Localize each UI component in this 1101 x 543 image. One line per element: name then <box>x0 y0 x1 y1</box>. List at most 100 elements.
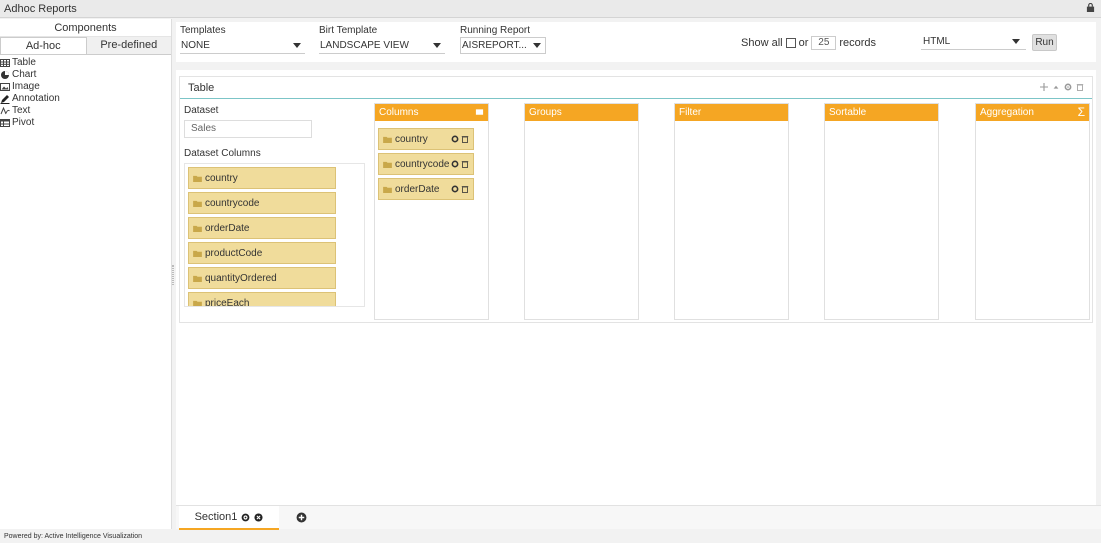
running-report-field: Running Report AISREPORT... <box>460 25 546 54</box>
title-bar: Adhoc Reports <box>0 0 1101 18</box>
move-icon[interactable] <box>1040 83 1048 91</box>
dataset-column-label: orderDate <box>205 222 250 234</box>
filter-drop-zone[interactable]: Filter <box>674 103 789 320</box>
dataset-label: Dataset <box>184 105 219 116</box>
app-title: Adhoc Reports <box>4 3 77 15</box>
sortable-drop-zone[interactable]: Sortable <box>824 103 939 320</box>
birt-template-select[interactable]: LANDSCAPE VIEW <box>319 37 445 54</box>
dataset-column-label: priceEach <box>205 297 250 307</box>
dataset-column-item[interactable]: quantityOrdered <box>188 267 336 289</box>
templates-label: Templates <box>180 25 226 36</box>
dataset-columns-list: country countrycode orderDate productCod… <box>184 163 365 307</box>
column-actions <box>451 185 469 193</box>
add-section-icon[interactable] <box>296 512 307 523</box>
records-count-input[interactable]: 25 <box>811 36 837 50</box>
comment-icon[interactable] <box>475 108 484 117</box>
table-component-title: Table <box>180 77 1092 99</box>
tab-ad-hoc[interactable]: Ad-hoc <box>0 37 87 54</box>
templates-select[interactable]: NONE <box>180 37 305 54</box>
component-label: Table <box>12 57 36 68</box>
component-label: Text <box>12 105 31 116</box>
lock-icon[interactable] <box>1086 3 1095 12</box>
selected-column-item[interactable]: orderDate <box>378 178 474 200</box>
powered-by-footer: Powered by: Active Intelligence Visualiz… <box>4 533 143 540</box>
birt-template-label: Birt Template <box>319 25 378 36</box>
groups-drop-zone-header: Groups <box>525 104 638 121</box>
report-toolbar: Templates NONE Birt Template LANDSCAPE V… <box>176 22 1096 62</box>
columns-drop-zone[interactable]: Columns country countrycode orderDate <box>374 103 489 320</box>
running-report-select[interactable]: AISREPORT... <box>460 37 546 54</box>
dataset-columns-label: Dataset Columns <box>184 148 261 159</box>
folder-icon <box>383 186 392 193</box>
selected-column-label: countrycode <box>395 158 450 170</box>
gear-icon[interactable] <box>451 185 459 193</box>
records-label: records <box>839 37 877 49</box>
show-all-checkbox[interactable] <box>785 38 796 48</box>
pencil-icon <box>0 95 10 104</box>
tab-pre-defined[interactable]: Pre-defined <box>86 37 171 54</box>
dataset-input[interactable]: Sales <box>184 120 312 138</box>
components-list: Table Chart Image Annotation Text Pivot <box>0 55 171 129</box>
table-icon <box>0 59 10 67</box>
component-item-table[interactable]: Table <box>0 57 171 69</box>
aggregation-drop-zone-header: Aggregation Σ <box>976 104 1089 121</box>
component-item-chart[interactable]: Chart <box>0 69 171 81</box>
drop-zone-label: Columns <box>379 107 419 118</box>
section-bar: Section1 <box>176 505 1101 530</box>
close-icon[interactable] <box>254 512 263 522</box>
collapse-icon[interactable] <box>1052 83 1060 91</box>
chevron-down-icon <box>1012 38 1020 44</box>
output-format-select[interactable]: HTML <box>921 33 1026 50</box>
dataset-column-item[interactable]: orderDate <box>188 217 336 239</box>
section-tab[interactable]: Section1 <box>179 506 279 530</box>
columns-drop-zone-header: Columns <box>375 104 488 121</box>
sigma-icon[interactable]: Σ <box>1078 104 1085 121</box>
folder-icon <box>193 300 202 306</box>
dataset-column-item[interactable]: country <box>188 167 336 189</box>
chevron-down-icon <box>533 43 541 48</box>
show-all-control: Show all or 25 records <box>741 36 876 50</box>
component-label: Image <box>12 81 40 92</box>
component-label: Chart <box>12 69 37 80</box>
dataset-column-item[interactable]: countrycode <box>188 192 336 214</box>
running-report-label: Running Report <box>460 25 531 36</box>
component-label: Pivot <box>12 117 35 128</box>
component-item-image[interactable]: Image <box>0 81 171 93</box>
component-item-text[interactable]: Text <box>0 105 171 117</box>
text-icon <box>0 106 10 115</box>
folder-icon <box>383 161 392 168</box>
templates-field: Templates NONE <box>180 25 305 54</box>
section-tab-label: Section1 <box>194 511 238 523</box>
or-label: or <box>798 37 809 49</box>
folder-icon <box>193 175 202 182</box>
chevron-down-icon <box>433 42 441 48</box>
folder-icon <box>193 200 202 207</box>
groups-drop-zone[interactable]: Groups <box>524 103 639 320</box>
components-tabs: Ad-hoc Pre-defined <box>0 37 171 55</box>
panel-splitter-handle[interactable] <box>172 265 174 285</box>
component-item-pivot[interactable]: Pivot <box>0 117 171 129</box>
pivot-icon <box>0 119 10 127</box>
selected-column-item[interactable]: countrycode <box>378 153 474 175</box>
trash-icon[interactable] <box>461 135 469 143</box>
gear-icon[interactable] <box>241 513 250 522</box>
column-actions <box>451 135 469 143</box>
components-panel: Components Ad-hoc Pre-defined Table Char… <box>0 19 172 529</box>
gear-icon[interactable] <box>451 160 459 168</box>
dataset-column-item[interactable]: productCode <box>188 242 336 264</box>
table-component-actions <box>1040 83 1084 91</box>
gear-icon[interactable] <box>451 135 459 143</box>
trash-icon[interactable] <box>461 185 469 193</box>
selected-column-label: country <box>395 133 428 145</box>
dataset-column-item[interactable]: priceEach <box>188 292 336 307</box>
selected-column-label: orderDate <box>395 183 440 195</box>
gear-icon[interactable] <box>1064 83 1072 91</box>
column-actions <box>451 160 469 168</box>
aggregation-drop-zone[interactable]: Aggregation Σ <box>975 103 1090 320</box>
trash-icon[interactable] <box>1076 83 1084 91</box>
component-item-annotation[interactable]: Annotation <box>0 93 171 105</box>
run-button[interactable]: Run <box>1032 34 1057 51</box>
selected-column-item[interactable]: country <box>378 128 474 150</box>
folder-icon <box>193 275 202 282</box>
trash-icon[interactable] <box>461 160 469 168</box>
